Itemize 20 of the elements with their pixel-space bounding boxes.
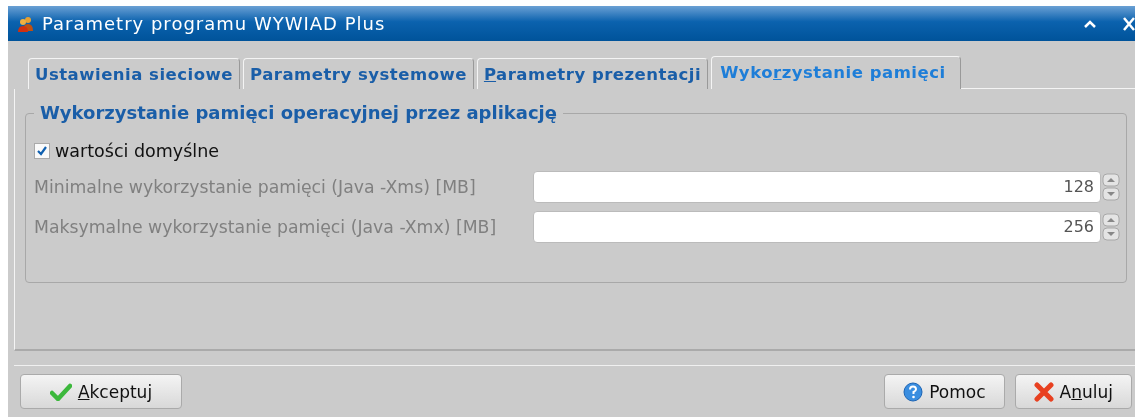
field-label: Minimalne wykorzystanie pamięci (Java -Xms) [MB] <box>34 177 477 197</box>
group-title: Wykorzystanie pamięci operacyjnej przez aplikację <box>34 102 563 123</box>
close-icon[interactable] <box>1123 16 1135 31</box>
checkbox[interactable] <box>34 143 50 159</box>
field-label: Maksymalne wykorzystanie pamięci (Java -Xmx) [MB] <box>34 217 498 237</box>
collapse-icon[interactable] <box>1083 18 1097 29</box>
cancel-button[interactable]: Anuluj <box>1014 374 1132 409</box>
help-button[interactable]: Pomoc <box>884 374 1005 409</box>
accept-button[interactable]: Akceptuj <box>20 374 182 409</box>
tab[interactable]: Parametry systemowe <box>243 58 474 89</box>
default-values-checkbox[interactable]: wartości domyślne <box>34 138 1120 164</box>
cross-icon <box>1033 381 1054 402</box>
tab[interactable]: Parametry prezentacji <box>476 58 709 89</box>
help-icon <box>903 381 924 402</box>
spinner-icon[interactable] <box>1102 173 1120 201</box>
tab[interactable]: Ustawienia sieciowe <box>28 58 240 89</box>
checkmark-icon <box>49 382 72 401</box>
people-icon <box>18 15 34 32</box>
window-title: Parametry programu WYWIAD Plus <box>42 13 387 34</box>
spinner-icon[interactable] <box>1102 213 1120 241</box>
